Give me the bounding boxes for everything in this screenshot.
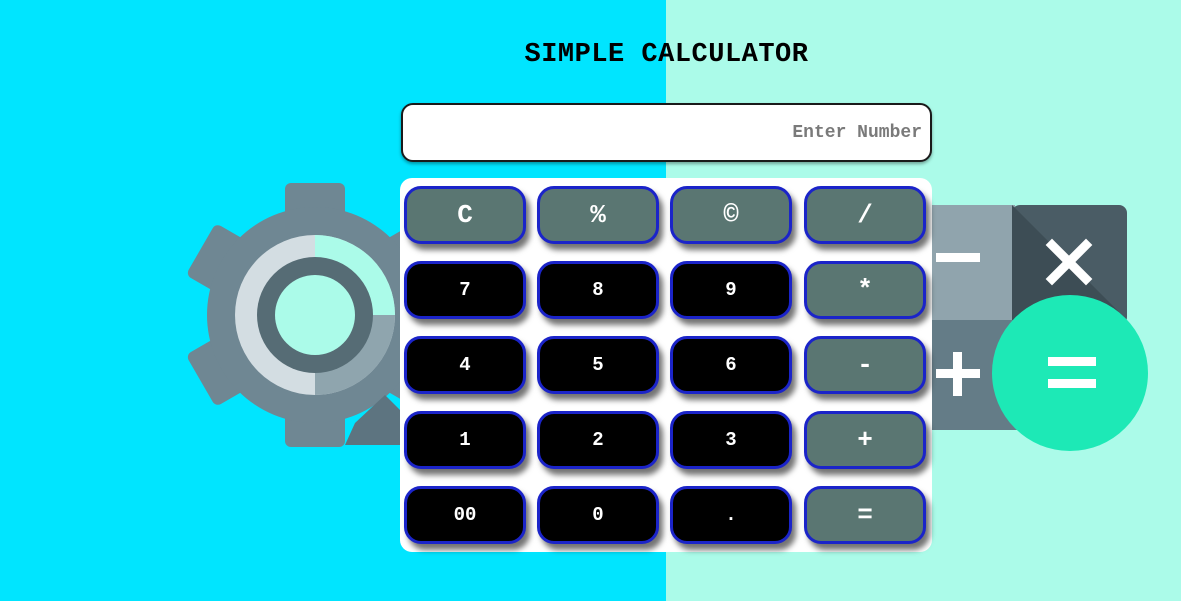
digit-8-button[interactable]: 8 bbox=[537, 261, 659, 319]
digit-2-button[interactable]: 2 bbox=[537, 411, 659, 469]
digit-0-button[interactable]: 0 bbox=[537, 486, 659, 544]
divide-button[interactable]: / bbox=[804, 186, 926, 244]
digit-9-button[interactable]: 9 bbox=[670, 261, 792, 319]
digit-1-button[interactable]: 1 bbox=[404, 411, 526, 469]
add-button[interactable]: + bbox=[804, 411, 926, 469]
calculator-app-icon bbox=[900, 205, 1148, 451]
keypad: C% ©/ 7 8 9 * 4 5 6- 1 2 3 +00 0. = bbox=[400, 178, 932, 552]
digit-4-button[interactable]: 4 bbox=[404, 336, 526, 394]
double-zero-button[interactable]: 00 bbox=[404, 486, 526, 544]
page-title: SIMPLE CALCULATOR bbox=[524, 40, 809, 70]
decimal-point-button[interactable]: . bbox=[670, 486, 792, 544]
clear-button[interactable]: C bbox=[404, 186, 526, 244]
digit-5-button[interactable]: 5 bbox=[537, 336, 659, 394]
percent-button[interactable]: % bbox=[537, 186, 659, 244]
multiply-button[interactable]: * bbox=[804, 261, 926, 319]
subtract-button[interactable]: - bbox=[804, 336, 926, 394]
equals-button[interactable]: = bbox=[804, 486, 926, 544]
digit-7-button[interactable]: 7 bbox=[404, 261, 526, 319]
digit-3-button[interactable]: 3 bbox=[670, 411, 792, 469]
digit-6-button[interactable]: 6 bbox=[670, 336, 792, 394]
number-display-input[interactable] bbox=[401, 103, 932, 162]
copyright-button[interactable]: © bbox=[670, 186, 792, 244]
